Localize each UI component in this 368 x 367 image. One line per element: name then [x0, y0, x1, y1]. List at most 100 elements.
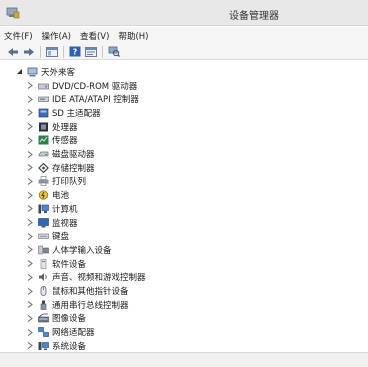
- window-title: 设备管理器: [229, 11, 279, 22]
- toolbar-separator: [102, 45, 103, 58]
- tree-item-label: 声音、视频和游戏控制器: [52, 273, 146, 284]
- collapsed-chevron-icon[interactable]: [26, 82, 34, 90]
- tree-item-processor[interactable]: 处理器: [26, 120, 78, 134]
- tree-item-keyboard[interactable]: 键盘: [26, 229, 69, 243]
- tree-item-label: 键盘: [52, 232, 70, 243]
- scan-hardware-icon[interactable]: [107, 46, 120, 58]
- collapsed-chevron-icon[interactable]: [26, 287, 34, 295]
- tree-item-dvd[interactable]: DVD/CD-ROM 驱动器: [26, 79, 137, 93]
- software-device-icon: [38, 258, 49, 269]
- tree-item-print-queue[interactable]: 打印队列: [26, 175, 86, 189]
- device-tree: 天外来客 DVD/CD-ROM 驱动器 IDE ATA/ATAPI 控制器 SD…: [0, 61, 368, 352]
- expanded-chevron-icon[interactable]: [15, 68, 23, 76]
- tree-item-usb[interactable]: 通用串行总线控制器: [26, 298, 129, 312]
- usb-icon: [38, 300, 49, 310]
- collapsed-chevron-icon[interactable]: [26, 164, 34, 172]
- tree-item-disk[interactable]: 磁盘驱动器: [26, 147, 95, 161]
- tree-item-sound[interactable]: 声音、视频和游戏控制器: [26, 271, 146, 285]
- collapsed-chevron-icon[interactable]: [26, 219, 34, 227]
- computer-icon: [27, 67, 38, 77]
- sd-host-icon: [38, 108, 49, 118]
- scanner-icon: [38, 313, 49, 323]
- tree-item-label: 传感器: [52, 136, 78, 147]
- title-bar: 设备管理器: [0, 0, 368, 26]
- system-device-icon: [38, 341, 49, 351]
- tree-item-sd[interactable]: SD 主适配器: [26, 106, 101, 120]
- tree-root-row[interactable]: 天外来客: [15, 65, 75, 79]
- tree-item-software-device[interactable]: 软件设备: [26, 257, 86, 271]
- tree-item-label: 软件设备: [52, 259, 87, 270]
- tree-item-battery[interactable]: 电池: [26, 188, 69, 202]
- tree-item-computer[interactable]: 计算机: [26, 202, 78, 216]
- collapsed-chevron-icon[interactable]: [26, 328, 34, 336]
- keyboard-icon: [38, 231, 49, 241]
- tree-item-label: 处理器: [52, 122, 78, 133]
- tree-root-label: 天外来客: [41, 67, 76, 78]
- collapsed-chevron-icon[interactable]: [26, 342, 34, 350]
- toolbar: ?: [0, 44, 368, 60]
- tree-item-label: 磁盘驱动器: [52, 150, 95, 161]
- menu-action[interactable]: 操作(A): [42, 30, 71, 42]
- tree-item-label: 计算机: [52, 204, 78, 215]
- collapsed-chevron-icon[interactable]: [26, 260, 34, 268]
- collapsed-chevron-icon[interactable]: [26, 177, 34, 185]
- tree-item-imaging[interactable]: 图像设备: [26, 312, 86, 326]
- tree-item-monitor[interactable]: 监视器: [26, 216, 78, 230]
- tree-item-label: 人体学输入设备: [52, 245, 112, 256]
- collapsed-chevron-icon[interactable]: [26, 95, 34, 103]
- collapsed-chevron-icon[interactable]: [26, 123, 34, 131]
- storage-controller-icon: [38, 162, 49, 173]
- tree-item-label: 系统设备: [52, 341, 87, 352]
- tree-item-ide[interactable]: IDE ATA/ATAPI 控制器: [26, 92, 139, 106]
- tree-item-network[interactable]: 网络适配器: [26, 325, 95, 339]
- optical-drive-icon: [38, 81, 49, 91]
- tree-item-label: DVD/CD-ROM 驱动器: [52, 81, 138, 92]
- svg-text:?: ?: [72, 48, 77, 57]
- tree-item-label: 存储控制器: [52, 163, 95, 174]
- collapsed-chevron-icon[interactable]: [26, 273, 34, 281]
- menu-bar: 文件(F) 操作(A) 查看(V) 帮助(H): [0, 27, 368, 44]
- menu-help[interactable]: 帮助(H): [118, 30, 148, 42]
- monitor-icon: [38, 217, 49, 228]
- tree-item-mouse[interactable]: 鼠标和其他指针设备: [26, 284, 129, 298]
- collapsed-chevron-icon[interactable]: [26, 314, 34, 322]
- tree-item-label: IDE ATA/ATAPI 控制器: [52, 95, 139, 106]
- collapsed-chevron-icon[interactable]: [26, 109, 34, 117]
- properties-icon[interactable]: [84, 46, 97, 58]
- forward-arrow-icon[interactable]: [22, 46, 35, 58]
- toolbar-separator: [63, 45, 64, 58]
- tree-item-hid[interactable]: 人体学输入设备: [26, 243, 112, 257]
- hid-icon: [38, 245, 49, 255]
- collapsed-chevron-icon[interactable]: [26, 136, 34, 144]
- tree-item-label: SD 主适配器: [52, 108, 101, 119]
- tree-item-sensor[interactable]: 传感器: [26, 134, 78, 148]
- collapsed-chevron-icon[interactable]: [26, 232, 34, 240]
- tree-item-label: 通用串行总线控制器: [52, 300, 129, 311]
- status-bar: [0, 352, 368, 367]
- help-icon[interactable]: ?: [68, 46, 81, 58]
- tree-item-label: 监视器: [52, 218, 78, 229]
- processor-icon: [38, 122, 49, 132]
- sensor-icon: [38, 135, 49, 145]
- tree-item-storage[interactable]: 存储控制器: [26, 161, 95, 175]
- menu-file[interactable]: 文件(F): [4, 30, 33, 42]
- collapsed-chevron-icon[interactable]: [26, 246, 34, 254]
- printer-icon: [38, 176, 49, 187]
- tree-item-label: 鼠标和其他指针设备: [52, 287, 129, 298]
- tree-item-label: 网络适配器: [52, 328, 95, 339]
- collapsed-chevron-icon[interactable]: [26, 150, 34, 158]
- toolbar-separator: [40, 45, 41, 58]
- back-arrow-icon[interactable]: [6, 46, 19, 58]
- computer-icon: [38, 204, 49, 214]
- disk-drive-icon: [38, 149, 49, 159]
- console-tree-icon[interactable]: [45, 46, 58, 58]
- tree-item-system[interactable]: 系统设备: [26, 339, 86, 352]
- menu-view[interactable]: 查看(V): [80, 30, 109, 42]
- mouse-icon: [38, 286, 49, 296]
- network-adapter-icon: [38, 327, 49, 337]
- collapsed-chevron-icon[interactable]: [26, 191, 34, 199]
- tree-item-label: 打印队列: [52, 177, 87, 188]
- collapsed-chevron-icon[interactable]: [26, 301, 34, 309]
- battery-icon: [38, 190, 49, 200]
- collapsed-chevron-icon[interactable]: [26, 205, 34, 213]
